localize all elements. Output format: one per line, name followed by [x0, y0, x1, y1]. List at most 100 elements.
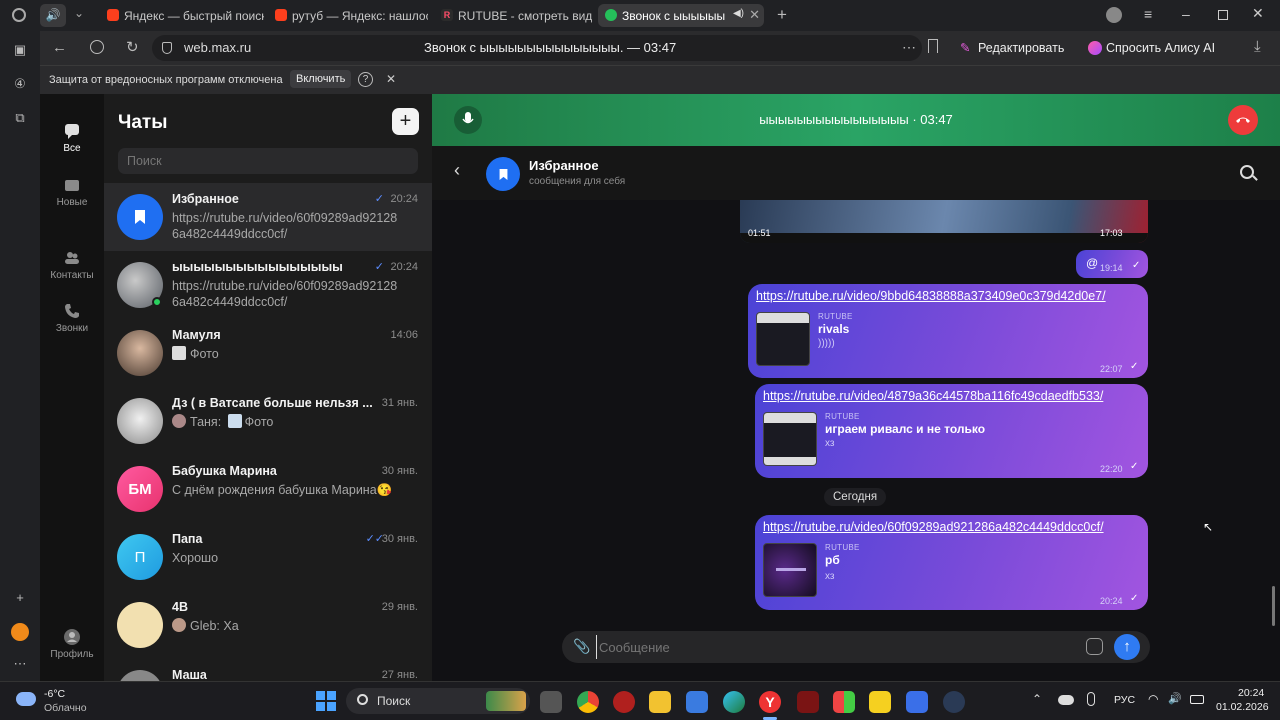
- message-input[interactable]: [596, 635, 1076, 659]
- message-link[interactable]: https://rutube.ru/video/60f09289ad921286…: [763, 520, 1104, 534]
- wifi-icon[interactable]: ◠: [1148, 692, 1158, 706]
- tab-audio-icon[interactable]: 🔊: [40, 4, 66, 27]
- read-check-icon: ✓: [1130, 361, 1139, 372]
- message-bubble[interactable]: https://rutube.ru/video/9bbd64838888a373…: [748, 284, 1148, 378]
- steam-icon[interactable]: [943, 691, 965, 713]
- messages-area: 01:51 17:03 @ 19:14 ✓ https://rutube.ru/…: [432, 200, 1280, 681]
- enable-protection-button[interactable]: Включить: [290, 70, 352, 88]
- weather-icon[interactable]: [16, 692, 36, 706]
- history-icon[interactable]: [12, 8, 26, 22]
- protect-icon[interactable]: [90, 40, 104, 54]
- app-dark-red-icon[interactable]: [797, 691, 819, 713]
- nav-contacts[interactable]: Контакты: [40, 249, 104, 281]
- contacts-icon: [65, 252, 79, 264]
- message-link[interactable]: https://rutube.ru/video/4879a36c44578ba1…: [763, 389, 1103, 403]
- new-tab-button[interactable]: +: [772, 5, 792, 25]
- tab-yandex-search[interactable]: Яндекс — быстрый поиск: [100, 4, 264, 27]
- chat-item-masha[interactable]: Маша 27 янв.: [104, 659, 432, 681]
- messages-scrollbar[interactable]: [1272, 586, 1275, 626]
- sidebar-notes-icon[interactable]: ④: [11, 75, 29, 93]
- close-window-icon[interactable]: ✕: [1252, 5, 1264, 22]
- chat-item-mamulya[interactable]: Мамуля 14:06 Фото: [104, 319, 432, 387]
- tab-list-chevron-icon[interactable]: ⌄: [74, 6, 84, 20]
- chat-time: 20:24: [390, 261, 418, 273]
- sidebar-panel-icon[interactable]: ▣: [11, 41, 29, 59]
- help-icon[interactable]: ?: [358, 72, 373, 87]
- nav-calls[interactable]: Звонки: [40, 302, 104, 334]
- chat-item-homework[interactable]: Дз ( в Ватсапе больше нельзя ... 31 янв.…: [104, 387, 432, 455]
- chat-search-input[interactable]: [118, 148, 418, 174]
- reload-icon[interactable]: ↻: [126, 38, 139, 56]
- active-call-bar[interactable]: ыыыыыыыыыыыыыыыы · 03:47: [432, 94, 1280, 146]
- message-bubble-small[interactable]: @ 19:14 ✓: [1076, 250, 1148, 278]
- menu-icon[interactable]: ≡: [1144, 6, 1152, 22]
- close-tab-icon[interactable]: ✕: [749, 7, 760, 23]
- avatar: [117, 670, 163, 681]
- app-blue-icon[interactable]: [906, 691, 928, 713]
- taskbar-search[interactable]: Поиск: [346, 688, 530, 714]
- send-button[interactable]: ↑: [1114, 634, 1140, 660]
- chat-item-grandma[interactable]: БМ Бабушка Марина 30 янв. С днём рождени…: [104, 455, 432, 523]
- sidebar-add-icon[interactable]: +: [11, 589, 29, 607]
- hang-up-button[interactable]: [1228, 105, 1258, 135]
- app-yellow-icon[interactable]: [869, 691, 891, 713]
- message-bubble[interactable]: https://rutube.ru/video/4879a36c44578ba1…: [755, 384, 1148, 478]
- app-grid-icon[interactable]: [833, 691, 855, 713]
- mic-tray-icon[interactable]: [1087, 692, 1095, 706]
- clock-date[interactable]: 01.02.2026: [1216, 701, 1269, 713]
- edge-icon[interactable]: [723, 691, 745, 713]
- weather-desc: Облачно: [44, 702, 87, 714]
- attach-icon[interactable]: 📎: [573, 638, 590, 655]
- sidebar-app-icon[interactable]: [11, 623, 29, 641]
- task-view-icon[interactable]: [540, 691, 562, 713]
- clock-time[interactable]: 20:24: [1238, 687, 1264, 699]
- video-preview[interactable]: 01:51 17:03: [740, 200, 1148, 243]
- profile-avatar[interactable]: [1106, 7, 1122, 23]
- alice-button[interactable]: Спросить Алису AI: [1084, 36, 1221, 60]
- download-icon[interactable]: ⤓: [1254, 38, 1261, 55]
- nav-new[interactable]: Новые: [40, 176, 104, 208]
- sidebar-screen-icon[interactable]: ⧉: [11, 109, 29, 127]
- sticker-icon[interactable]: [1086, 638, 1103, 655]
- tab-yandex-rutube[interactable]: рутуб — Яндекс: нашлось: [268, 4, 428, 27]
- chat-item-papa[interactable]: П Папа ✓✓ 30 янв. Хорошо: [104, 523, 432, 591]
- nav-profile[interactable]: Профиль: [40, 628, 104, 660]
- store-icon[interactable]: [686, 691, 708, 713]
- app-red-icon[interactable]: [613, 691, 635, 713]
- new-chat-button[interactable]: +: [392, 108, 419, 135]
- back-chevron-icon[interactable]: ‹: [454, 160, 460, 181]
- tab-rutube[interactable]: R RUTUBE - смотреть видео: [434, 4, 592, 27]
- tab-max-call[interactable]: Звонок с ыыыыыы ◀) ✕: [598, 4, 764, 27]
- message-bubble[interactable]: https://rutube.ru/video/60f09289ad921286…: [755, 515, 1148, 610]
- nav-all[interactable]: Все: [40, 122, 104, 154]
- file-explorer-icon[interactable]: [649, 691, 671, 713]
- volume-icon[interactable]: 🔊: [1168, 692, 1182, 705]
- yandex-browser-icon[interactable]: Y: [759, 691, 781, 713]
- battery-icon[interactable]: [1190, 695, 1204, 704]
- bookmark-icon[interactable]: [928, 39, 938, 53]
- windows-taskbar: -6°C Облачно Поиск Y ⌃ РУС ◠ 🔊 20:24 01.…: [0, 681, 1280, 720]
- site-info-icon[interactable]: [162, 42, 172, 54]
- back-icon[interactable]: ←: [52, 39, 67, 56]
- message-link[interactable]: https://rutube.ru/video/9bbd64838888a373…: [756, 289, 1106, 303]
- chat-item-favorites[interactable]: Избранное ✓ 20:24 https://rutube.ru/vide…: [104, 183, 432, 251]
- browser-tab-bar: 🔊 ⌄ Яндекс — быстрый поиск рутуб — Яндек…: [0, 0, 1280, 31]
- onedrive-icon[interactable]: [1058, 695, 1074, 705]
- tray-chevron-icon[interactable]: ⌃: [1032, 692, 1042, 706]
- edit-button[interactable]: ✎ Редактировать: [954, 36, 1070, 60]
- chat-item-4v[interactable]: 4В 29 янв. Gleb: Ха: [104, 591, 432, 659]
- start-button[interactable]: [316, 691, 336, 711]
- video-thumbnail[interactable]: [763, 412, 817, 466]
- preview-sender: Gleb:: [190, 619, 220, 633]
- language-indicator[interactable]: РУС: [1114, 694, 1135, 706]
- video-thumbnail[interactable]: [763, 543, 817, 597]
- address-field[interactable]: web.max.ru Звонок с ыыыыыыыыыыыыыыы. — 0…: [152, 35, 922, 61]
- chrome-icon[interactable]: [577, 691, 599, 713]
- chat-item-call-contact[interactable]: ыыыыыыыыыыыыыыыы ✓ 20:24 https://rutube.…: [104, 251, 432, 319]
- sidebar-more-icon[interactable]: ⋯: [11, 655, 29, 673]
- dismiss-warning-icon[interactable]: ✕: [386, 72, 396, 86]
- restore-icon[interactable]: [1218, 10, 1228, 20]
- more-icon[interactable]: ⋯: [902, 39, 916, 56]
- video-thumbnail[interactable]: [756, 312, 810, 366]
- minimize-icon[interactable]: –: [1182, 6, 1190, 22]
